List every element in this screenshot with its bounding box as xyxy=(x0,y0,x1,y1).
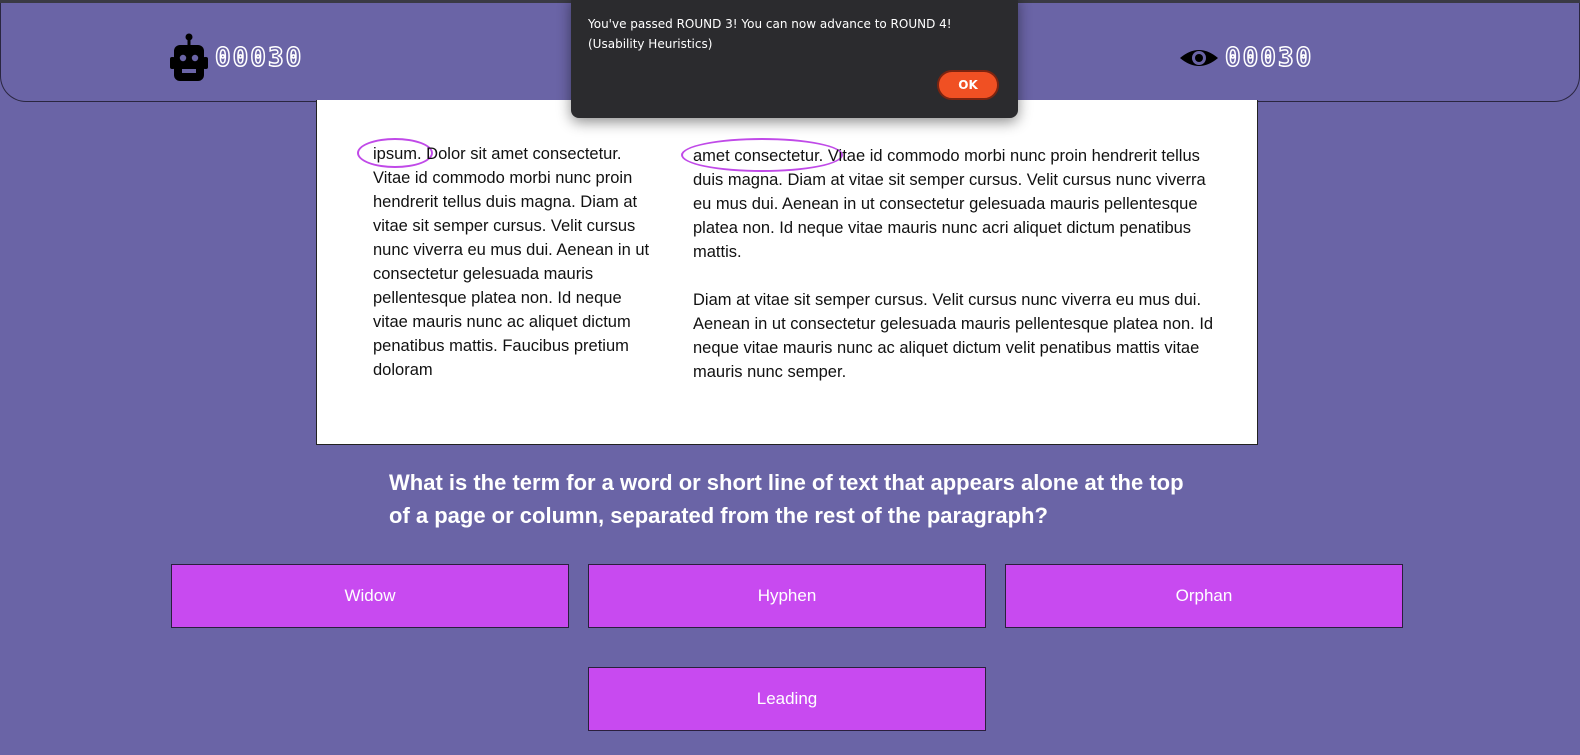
question-text: What is the term for a word or short lin… xyxy=(389,470,1184,528)
robot-score-value: 00030 xyxy=(214,42,304,74)
view-score-value: 00030 xyxy=(1224,42,1314,74)
ok-button[interactable]: OK xyxy=(937,70,999,100)
view-score: 00030 xyxy=(1179,33,1313,83)
answer-button-hyphen[interactable]: Hyphen xyxy=(588,564,986,628)
robot-score: 00030 xyxy=(169,33,303,83)
alert-dialog: You've passed ROUND 3! You can now advan… xyxy=(571,0,1018,118)
answer-button-orphan[interactable]: Orphan xyxy=(1005,564,1403,628)
sample-text-panel: ipsum. Dolor sit amet consectetur. Vitae… xyxy=(316,100,1258,445)
text-column-left: ipsum. Dolor sit amet consectetur. Vitae… xyxy=(373,142,653,406)
eye-icon xyxy=(1180,50,1218,66)
paragraph: amet consectetur. Vitae id commodo morbi… xyxy=(693,147,1206,261)
answer-button-widow[interactable]: Widow xyxy=(171,564,569,628)
answer-button-leading[interactable]: Leading xyxy=(588,667,986,731)
paragraph: ipsum. Dolor sit amet consectetur. Vitae… xyxy=(373,145,650,379)
text-column-right: amet consectetur. Vitae id commodo morbi… xyxy=(693,144,1223,408)
dialog-message: You've passed ROUND 3! You can now advan… xyxy=(588,17,952,51)
paragraph: Diam at vitae sit semper cursus. Velit c… xyxy=(693,291,1214,381)
robot-icon xyxy=(170,33,208,81)
